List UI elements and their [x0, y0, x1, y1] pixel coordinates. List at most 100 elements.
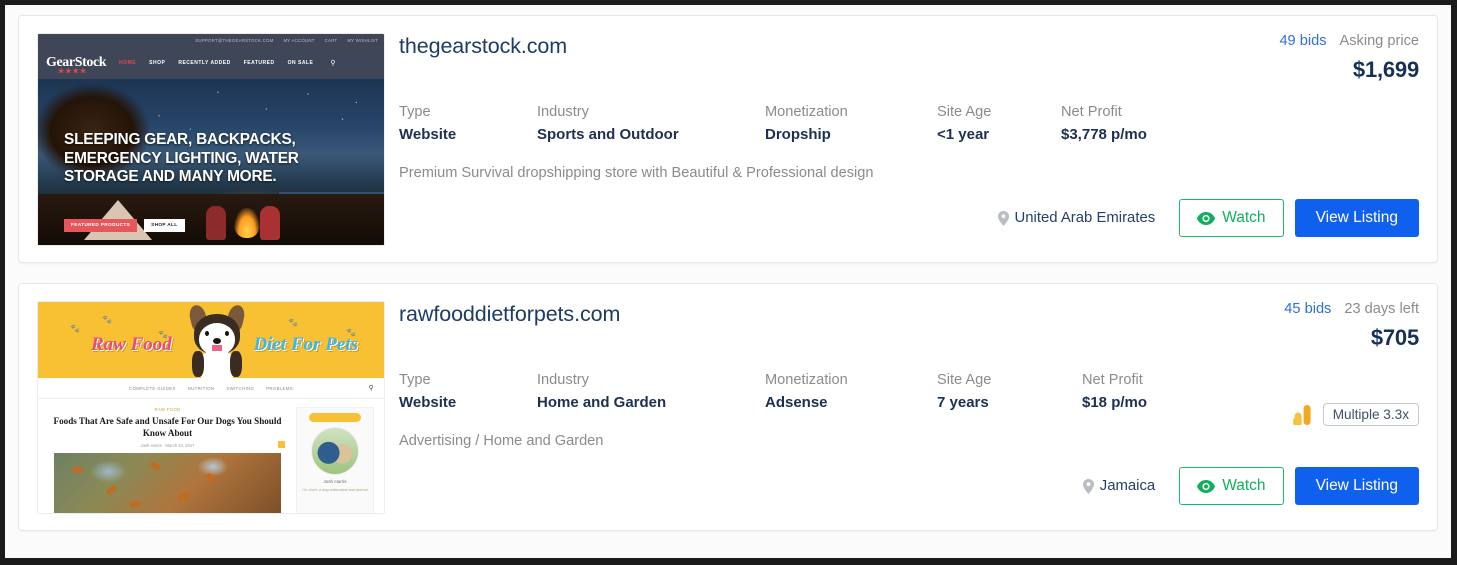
thumb-topbar-item: SUPPORT@THEGEARSTOCK.COM: [195, 38, 274, 43]
listing-card[interactable]: SUPPORT@THEGEARSTOCK.COM MY ACCOUNT CART…: [18, 15, 1438, 263]
spec-industry: Industry Sports and Outdoor: [537, 103, 765, 146]
thumb-topbar-item: MY ACCOUNT: [283, 38, 315, 43]
listing-card[interactable]: 🐾 🐾 🐾 🐾 🐾 Raw Food Diet For Pets COMPLET…: [18, 283, 1438, 531]
spec-monetization: Monetization Dropship: [765, 103, 937, 146]
view-listing-button[interactable]: View Listing: [1294, 467, 1419, 505]
thumb-topbar-item: CART: [324, 38, 338, 43]
listing-actions: Jamaica Watch View Listing: [399, 467, 1419, 505]
thumb-navbar: COMPLETE GUIDES NUTRITION SWITCHING PROB…: [38, 378, 384, 399]
spec-value: Website: [399, 126, 457, 143]
spec-label: Industry: [537, 104, 589, 120]
eye-icon: [1197, 479, 1216, 493]
thumb-sidebar-name: Josh Harris: [323, 479, 347, 484]
search-icon: ⚲: [368, 385, 374, 392]
spec-label: Monetization: [765, 372, 848, 388]
view-listing-label: View Listing: [1315, 477, 1398, 494]
multiple-badge: Multiple 3.3x: [1322, 403, 1419, 426]
spec-value: Adsense: [765, 394, 828, 411]
listing-thumbnail[interactable]: SUPPORT@THEGEARSTOCK.COM MY ACCOUNT CART…: [37, 33, 385, 246]
listing-description: Advertising / Home and Garden: [399, 433, 604, 449]
thumb-navbar: GearStock ★★★★ HOME SHOP RECENTLY ADDED …: [38, 47, 384, 79]
listing-domain-link[interactable]: thegearstock.com: [399, 33, 567, 59]
search-icon: ⚲: [330, 60, 336, 67]
spec-value: Website: [399, 394, 457, 411]
listing-location: Jamaica: [1082, 478, 1155, 494]
spec-net-profit: Net Profit $3,778 p/mo: [1061, 103, 1147, 146]
listing-header-row: thegearstock.com 49 bids Asking price $1…: [399, 33, 1419, 83]
thumb-topbar: SUPPORT@THEGEARSTOCK.COM MY ACCOUNT CART…: [38, 34, 384, 47]
view-listing-button[interactable]: View Listing: [1294, 199, 1419, 237]
screenshot-frame: SUPPORT@THEGEARSTOCK.COM MY ACCOUNT CART…: [0, 0, 1457, 565]
listing-price-label: Asking price: [1339, 33, 1420, 49]
thumb-title-left: Raw Food: [91, 334, 172, 355]
listings-page: SUPPORT@THEGEARSTOCK.COM MY ACCOUNT CART…: [5, 5, 1451, 558]
thumb-nav-link: SHOP: [149, 60, 166, 66]
listing-body: rawfooddietforpets.com 45 bids 23 days l…: [385, 301, 1419, 514]
listing-body: thegearstock.com 49 bids Asking price $1…: [385, 33, 1419, 246]
thumb-hero-campfire: [234, 208, 260, 238]
map-pin-icon: [1082, 478, 1094, 494]
spec-site-age: Site Age 7 years: [937, 371, 1082, 414]
thumb-sidebar-bio: I'm Josh, a dog enthusiast and animal: [302, 487, 368, 492]
spec-label: Monetization: [765, 104, 848, 120]
listing-header-row: rawfooddietforpets.com 45 bids 23 days l…: [399, 301, 1419, 351]
thumb-sidebar: Josh Harris I'm Josh, a dog enthusiast a…: [296, 407, 374, 513]
spec-type: Type Website: [399, 103, 537, 146]
watch-button[interactable]: Watch: [1179, 467, 1284, 505]
spec-industry: Industry Home and Garden: [537, 371, 765, 414]
thumb-nav-link: ON SALE: [287, 60, 314, 66]
thumb-article-meta-text: Josh Harris · March 10, 2017: [140, 443, 195, 448]
listing-bids-link[interactable]: 45 bids: [1284, 301, 1331, 318]
thumb-article-badge: [278, 441, 285, 448]
listing-location: United Arab Emirates: [997, 210, 1156, 226]
watch-button-label: Watch: [1222, 209, 1266, 226]
spec-value: <1 year: [937, 126, 990, 143]
spec-type: Type Website: [399, 371, 537, 414]
spec-monetization: Monetization Adsense: [765, 371, 937, 414]
listing-location-label: United Arab Emirates: [1014, 210, 1156, 226]
eye-icon: [1197, 211, 1216, 225]
spec-value: Dropship: [765, 126, 831, 143]
listing-specs: Type Website Industry Sports and Outdoor…: [399, 103, 1419, 146]
listing-description: Premium Survival dropshipping store with…: [399, 165, 874, 181]
listing-price-block: 49 bids Asking price $1,699: [1234, 33, 1419, 83]
listing-price: $705: [1370, 325, 1419, 350]
map-pin-icon: [997, 210, 1009, 226]
spec-label: Net Profit: [1082, 372, 1143, 388]
thumb-logo-stars: ★★★★: [58, 67, 88, 75]
spec-label: Industry: [537, 372, 589, 388]
thumb-hero-heading: SLEEPING GEAR, BACKPACKS, EMERGENCY LIGH…: [64, 131, 299, 185]
thumb-nav-link: RECENTLY ADDED: [178, 60, 231, 66]
listing-thumbnail[interactable]: 🐾 🐾 🐾 🐾 🐾 Raw Food Diet For Pets COMPLET…: [37, 301, 385, 514]
thumb-nav-link: SWITCHING: [226, 385, 255, 391]
spec-net-profit: Net Profit $18 p/mo: [1082, 371, 1147, 414]
thumb-article-meta: Josh Harris · March 10, 2017: [48, 441, 287, 448]
listing-multiple-row: Multiple 3.3x: [1291, 403, 1419, 426]
spec-label: Type: [399, 104, 431, 120]
thumb-nav-link: FEATURED: [243, 60, 275, 66]
thumb-hero-person: [260, 206, 280, 240]
thumb-hero-buttons: FEATURED PRODUCTS SHOP ALL: [64, 219, 185, 232]
listing-actions: United Arab Emirates Watch View Listing: [399, 199, 1419, 237]
thumb-body: RAW FOOD Foods That Are Safe and Unsafe …: [38, 399, 384, 513]
thumb-title-right: Diet For Pets: [253, 334, 359, 355]
watch-button[interactable]: Watch: [1179, 199, 1284, 237]
thumb-hero: SLEEPING GEAR, BACKPACKS, EMERGENCY LIGH…: [38, 79, 384, 245]
listing-specs: Type Website Industry Home and Garden Mo…: [399, 371, 1419, 414]
thumb-hero-secondary-button: SHOP ALL: [144, 219, 185, 232]
spec-value: $18 p/mo: [1082, 394, 1148, 411]
listing-price-block: 45 bids 23 days left $705: [1234, 301, 1419, 351]
spec-value: 7 years: [937, 394, 989, 411]
google-analytics-icon: [1291, 404, 1313, 426]
thumb-article-category: RAW FOOD: [154, 407, 181, 412]
thumb-nav-link: HOME: [119, 60, 137, 66]
thumb-hero-person: [206, 206, 226, 240]
thumb-article-title: Foods That Are Safe and Unsafe For Our D…: [53, 416, 282, 438]
listing-domain-link[interactable]: rawfooddietforpets.com: [399, 301, 620, 327]
listing-bids-row: 49 bids Asking price: [1234, 33, 1419, 50]
thumb-nav-link: PROBLEMS: [266, 385, 293, 391]
listing-price: $1,699: [1352, 57, 1419, 82]
spec-label: Net Profit: [1061, 104, 1122, 120]
thumb-nav-link: NUTRITION: [187, 385, 215, 391]
listing-bids-link[interactable]: 49 bids: [1279, 33, 1326, 50]
